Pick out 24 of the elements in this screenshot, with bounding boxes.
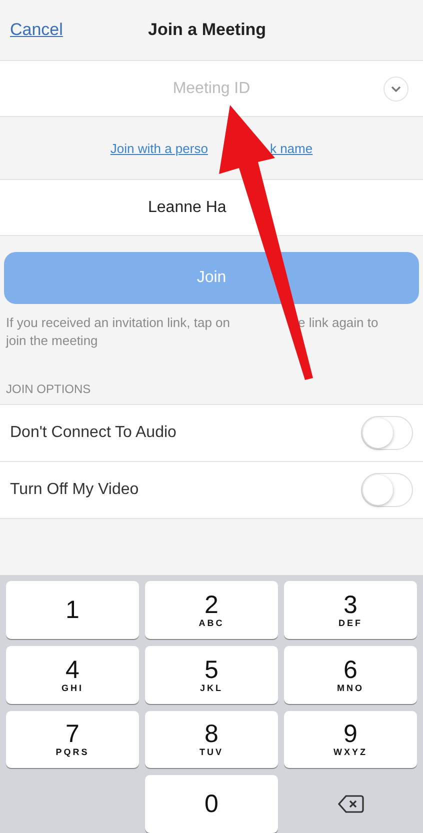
toggle-switch[interactable]	[361, 416, 413, 450]
section-heading: JOIN OPTIONS	[6, 382, 92, 396]
option-label: Turn Off My Video	[10, 481, 139, 499]
name-field[interactable]: Leanne Ha	[146, 198, 240, 218]
chevron-down-icon[interactable]	[383, 76, 409, 102]
toggle-switch[interactable]	[361, 473, 413, 507]
keypad-key[interactable]: 5 JKL	[145, 646, 278, 704]
keypad-key[interactable]: 8 TUV	[145, 710, 278, 768]
keypad-key[interactable]: 9 WXYZ	[284, 710, 417, 768]
cancel-link[interactable]: Cancel	[10, 20, 63, 40]
option-label: Don't Connect To Audio	[10, 424, 176, 442]
help-text: If you received an invitation link, tap on	[6, 314, 232, 332]
keypad-key[interactable]: 7 PQRS	[6, 710, 139, 768]
keypad-key[interactable]: 6 MNO	[284, 646, 417, 704]
keypad-key[interactable]: 2 ABC	[145, 581, 278, 639]
help-text: join the meeting	[6, 332, 99, 350]
screen-title: Join a Meeting	[148, 20, 266, 40]
keypad-key[interactable]: 4 GHI	[6, 646, 139, 704]
keypad-key[interactable]: 1	[6, 581, 139, 639]
keypad-key[interactable]: 3 DEF	[284, 581, 417, 639]
personal-link[interactable]: Join with a perso	[110, 140, 208, 156]
keypad-key[interactable]: 0	[145, 775, 278, 833]
personal-link[interactable]: k name	[270, 140, 313, 156]
backspace-icon	[338, 794, 364, 814]
